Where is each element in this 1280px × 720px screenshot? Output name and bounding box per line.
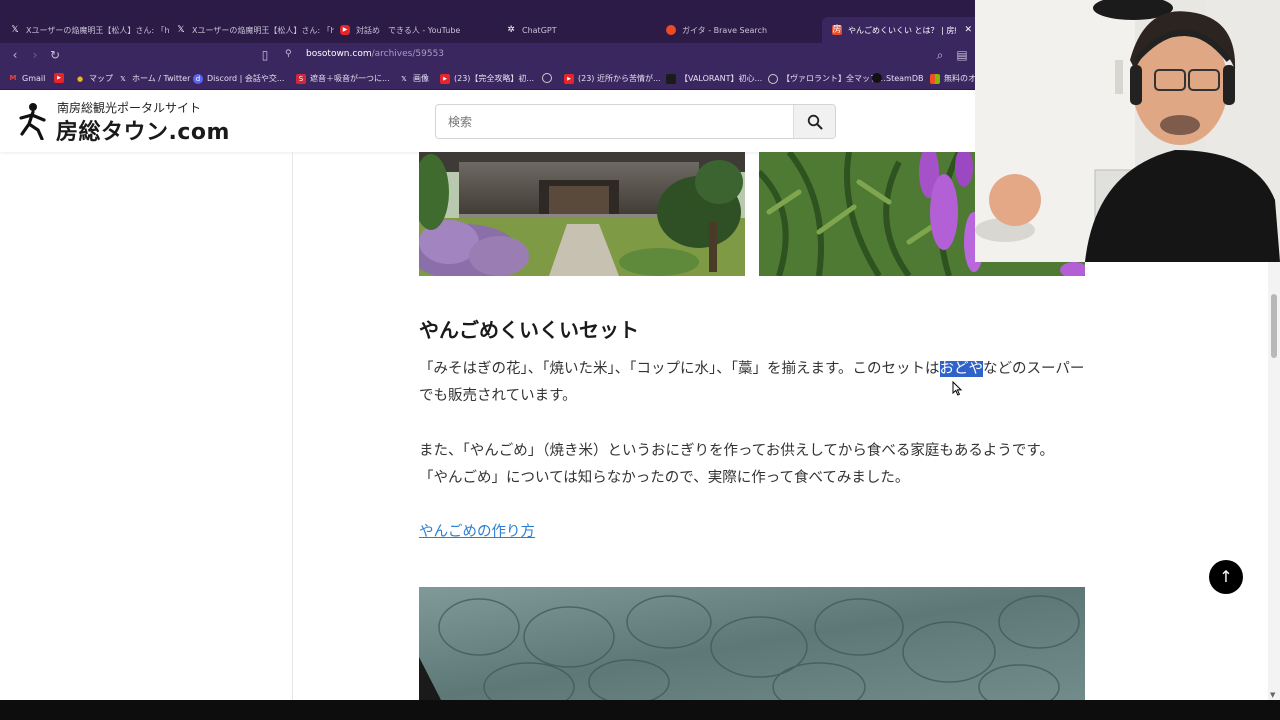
youtube-icon: ▶	[54, 73, 64, 83]
bottom-bar	[0, 700, 1280, 720]
temple-photo	[419, 152, 745, 276]
tab-label: Xユーザーの焔魔明王【松人】さん: 「https:	[26, 25, 170, 35]
bookmark-label: マップ	[89, 74, 113, 83]
bookmark-valorant-maps[interactable]: 【ヴァロラント】全マップ...	[768, 73, 886, 84]
steam-icon	[872, 73, 882, 83]
logo-figure-icon[interactable]	[18, 100, 54, 140]
globe-icon	[542, 73, 552, 83]
url-field[interactable]: bosotown.com/archives/59553	[306, 49, 444, 59]
bookmark-discord[interactable]: d Discord | 会話や交...	[193, 73, 284, 84]
tab-x-1[interactable]: 𝕏 Xユーザーの焔魔明王【松人】さん: 「https:	[0, 17, 170, 43]
tab-bosotown[interactable]: 房 やんごめくいくい とは？ | 房総タウン ✕	[822, 17, 982, 43]
site-info-icon[interactable]: ⚲	[285, 49, 292, 59]
bookmark-label: (23) 近所から苦情が...	[578, 74, 661, 83]
bookmark-icon	[768, 73, 778, 84]
bookmark-label: Gmail	[22, 73, 46, 83]
tab-label: 対話め できる人 - YouTube	[356, 25, 461, 35]
bookmark-label: 遮音＋吸音が一つに...	[310, 74, 390, 83]
forward-icon[interactable]: ›	[28, 48, 42, 62]
zoom-icon[interactable]: ⌕	[933, 48, 947, 62]
scrollbar-thumb[interactable]	[1271, 294, 1277, 358]
x-icon: 𝕏	[120, 74, 126, 83]
tab-label: ChatGPT	[522, 25, 557, 35]
tab-label: Xユーザーの焔魔明王【松人】さん: 「https:	[192, 25, 334, 35]
bookmark-steamdb[interactable]: SteamDB	[872, 73, 923, 83]
screen: 𝕏 Xユーザーの焔魔明王【松人】さん: 「https: 𝕏 Xユーザーの焔魔明王…	[0, 0, 1280, 720]
x-icon: 𝕏	[11, 25, 19, 35]
bookmark-youtube-noise[interactable]: ▶ (23) 近所から苦情が...	[564, 73, 661, 84]
url-domain: bosotown.com	[306, 49, 372, 59]
chatgpt-icon: ✲	[507, 25, 515, 35]
tab-chatgpt[interactable]: ✲ ChatGPT	[496, 17, 656, 43]
bookmark-icon[interactable]: ▯	[258, 48, 272, 62]
bookmark-label: 画像	[413, 74, 429, 83]
search-icon	[807, 114, 823, 130]
bookmark-label: 【VALORANT】初心...	[680, 74, 763, 83]
bookmark-youtube[interactable]: ▶	[54, 73, 68, 83]
youtube-icon: ▶	[564, 73, 574, 84]
bookmark-gmail[interactable]: M Gmail	[8, 73, 46, 83]
scroll-down-icon[interactable]: ▼	[1270, 691, 1275, 699]
page-scrollbar[interactable]: ▼	[1268, 262, 1280, 700]
discord-icon: d	[193, 73, 203, 84]
webcam-overlay	[975, 0, 1280, 262]
reload-icon[interactable]: ↻	[48, 48, 62, 62]
tab-label: やんごめくいくい とは？ | 房総タウン	[848, 25, 956, 35]
section-heading: やんごめくいくいセット	[419, 318, 639, 342]
paragraph-1: 「みそはぎの花」、「焼いた米」、「コップに水」、「藁」を揃えます。このセットはお…	[419, 356, 1084, 410]
bookmark-youtube-guide[interactable]: ▶ (23)【完全攻略】初...	[440, 73, 534, 84]
bookmark-label: 無料のオ	[944, 74, 976, 83]
bookmark-maps[interactable]: ● マップ	[75, 73, 113, 84]
bookmark-label: 【ヴァロラント】全マップ...	[782, 74, 886, 83]
sidebar-divider	[292, 152, 293, 700]
bookmark-label: SteamDB	[886, 73, 924, 83]
x-icon: 𝕏	[177, 25, 185, 35]
bookmark-icon	[666, 73, 676, 84]
windows-icon	[930, 73, 940, 84]
search-input[interactable]	[448, 115, 788, 129]
bookmark-globe[interactable]	[542, 73, 556, 83]
recipe-link[interactable]: やんごめの作り方	[419, 520, 535, 541]
paragraph-2: また、「やんごめ」（焼き米）というおにぎりを作ってお供えしてから食べる家庭もある…	[419, 438, 1054, 492]
youtube-icon: ▶	[440, 73, 450, 84]
paragraph-text: 「やんごめ」については知らなかったので、実際に作って食べてみました。	[419, 470, 910, 486]
site-search	[435, 104, 836, 139]
tab-youtube[interactable]: ▶ 対話め できる人 - YouTube	[330, 17, 500, 43]
bookmark-free[interactable]: 無料のオ	[930, 73, 976, 84]
back-icon[interactable]: ‹	[8, 48, 22, 62]
gmail-icon: M	[9, 74, 17, 82]
brave-icon	[666, 25, 676, 35]
bookmark-twitter[interactable]: 𝕏 ホーム / Twitter	[118, 73, 190, 84]
maps-icon: ●	[76, 74, 84, 83]
bookmark-label: Discord | 会話や交...	[207, 74, 285, 83]
bookmark-images[interactable]: 𝕏 画像	[399, 73, 429, 84]
youtube-icon: ▶	[340, 25, 350, 35]
tab-brave-search[interactable]: ガイタ - Brave Search	[656, 17, 824, 43]
x-icon: 𝕏	[401, 74, 407, 83]
search-button[interactable]	[793, 105, 835, 138]
bookmark-soundproof[interactable]: S 遮音＋吸音が一つに...	[296, 73, 390, 84]
paragraph-text: また、「やんごめ」（焼き米）というおにぎりを作ってお供えしてから食べる家庭もある…	[419, 443, 1054, 459]
reader-icon[interactable]: ▤	[955, 48, 969, 62]
scroll-to-top-button[interactable]: ↑	[1209, 560, 1243, 594]
bookmark-label: ホーム / Twitter	[132, 74, 191, 83]
bookmark-valorant[interactable]: 【VALORANT】初心...	[666, 73, 762, 84]
yangome-photo	[419, 587, 1085, 700]
bosotown-icon: 房	[832, 25, 842, 35]
mouse-cursor-icon	[952, 381, 962, 396]
paragraph-text: でも販売されています。	[419, 388, 577, 404]
close-icon[interactable]: ✕	[964, 25, 972, 35]
tab-x-2[interactable]: 𝕏 Xユーザーの焔魔明王【松人】さん: 「https:	[166, 17, 334, 43]
url-path: /archives/59553	[371, 49, 445, 59]
paragraph-text: 「みそはぎの花」、「焼いた米」、「コップに水」、「藁」を揃えます。このセットは	[419, 361, 940, 377]
selected-text[interactable]: おどや	[939, 361, 984, 377]
bookmark-label: (23)【完全攻略】初...	[454, 74, 535, 83]
paragraph-text: などのスーパー	[983, 361, 1085, 377]
bookmark-icon: S	[296, 73, 306, 84]
tab-label: ガイタ - Brave Search	[682, 25, 768, 35]
site-logo[interactable]: 房総タウン.com	[56, 114, 230, 146]
